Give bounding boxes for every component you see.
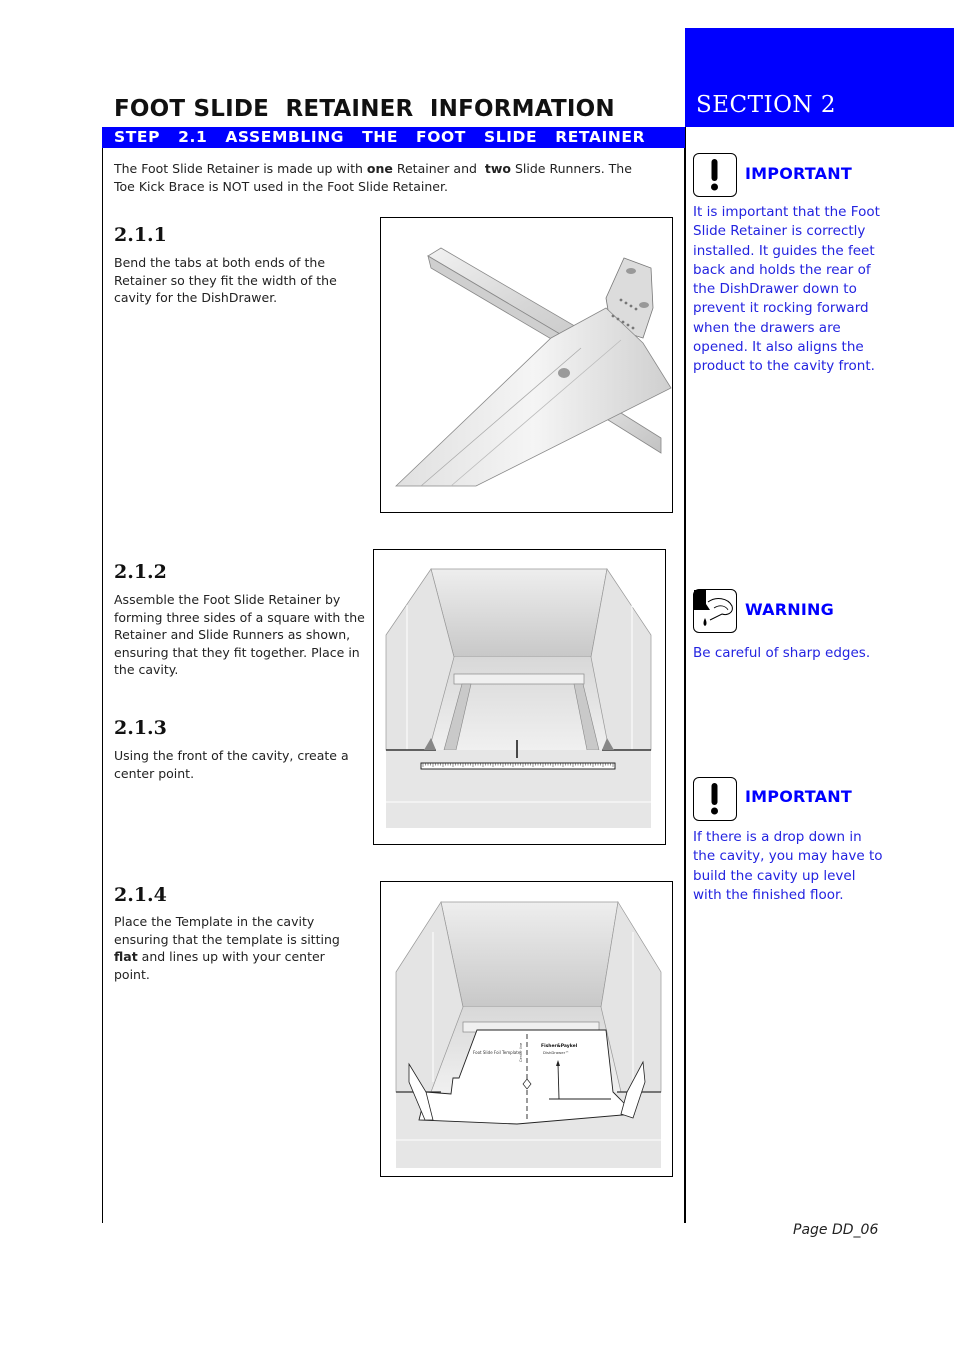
figure-2-1-2-cavity-with-ruler <box>373 549 666 845</box>
step-text-2-1-4-emphasis: flat <box>114 949 138 964</box>
left-margin-rule <box>102 148 103 1223</box>
step-number-2-1-1: 2.1.1 <box>114 224 167 246</box>
retainer-bracket-illustration <box>395 247 672 487</box>
section-title: SECTION 2 <box>696 92 836 118</box>
important-text-1: It is important that the Foot Slide Reta… <box>693 204 880 375</box>
step-text-2-1-3: Using the front of the cavity, create a … <box>114 748 349 781</box>
sharp-edge-finger-icon <box>693 589 737 633</box>
step-text-2-1-1: Bend the tabs at both ends of the Retain… <box>114 255 337 305</box>
tab-hole-upper <box>626 268 636 274</box>
cavity-back-wall <box>430 568 608 658</box>
important-label-2: IMPORTANT <box>745 787 852 806</box>
page-title: FOOT SLIDE RETAINER INFORMATION <box>114 96 615 122</box>
step-text-2-1-2: Assemble the Foot Slide Retainer by form… <box>114 592 365 677</box>
intro-text-1: The Foot Slide Retainer is made up with <box>114 161 367 176</box>
cavity-back-wall <box>440 901 619 1008</box>
important-text-2: If there is a drop down in the cavity, y… <box>693 829 883 903</box>
step-title: STEP 2.1 ASSEMBLING THE FOOT SLIDE RETAI… <box>114 128 646 146</box>
template-in-cavity-illustration: Foot Slide Foil Template Fisher&Paykel D… <box>395 901 662 1168</box>
figure-2-1-1-retainer-bracket <box>380 217 673 513</box>
step-text-2-1-4-b: and lines up with your center point. <box>114 949 325 982</box>
template-product: DishDrawer™ <box>543 1050 569 1055</box>
warning-text: Be careful of sharp edges. <box>693 645 871 661</box>
warning-label: WARNING <box>745 600 834 619</box>
figure-2-1-4-template-in-cavity: Foot Slide Foil Template Fisher&Paykel D… <box>380 881 673 1177</box>
step-number-2-1-4: 2.1.4 <box>114 884 167 906</box>
cavity-front <box>386 750 651 828</box>
template-brand: Fisher&Paykel <box>541 1043 578 1049</box>
intro-emphasis-one: one <box>366 161 393 176</box>
template-label: Foot Slide Foil Template <box>473 1050 521 1055</box>
tab-hole-lower <box>639 302 649 308</box>
exclamation-icon <box>693 777 737 821</box>
intro-emphasis-two: two <box>484 161 512 176</box>
step-text-2-1-4-a: Place the Template in the cavity ensurin… <box>114 914 340 947</box>
retainer-rail <box>395 307 672 487</box>
intro-text-2: Retainer and <box>392 161 485 176</box>
retainer-bar <box>453 673 585 685</box>
intro-paragraph: The Foot Slide Retainer is made up with … <box>114 160 654 196</box>
step-text-2-1-4: Place the Template in the cavity ensurin… <box>114 913 364 983</box>
center-line-label: Center line <box>519 1043 523 1062</box>
step-number-2-1-2: 2.1.2 <box>114 561 167 583</box>
column-divider-rule <box>684 127 686 1223</box>
cavity-ruler-illustration <box>385 568 652 828</box>
step-number-2-1-3: 2.1.3 <box>114 717 167 739</box>
exclamation-icon <box>693 153 737 197</box>
important-label-1: IMPORTANT <box>745 164 852 183</box>
rail-hole <box>558 368 570 378</box>
page-number: Page DD_06 <box>793 1222 879 1238</box>
